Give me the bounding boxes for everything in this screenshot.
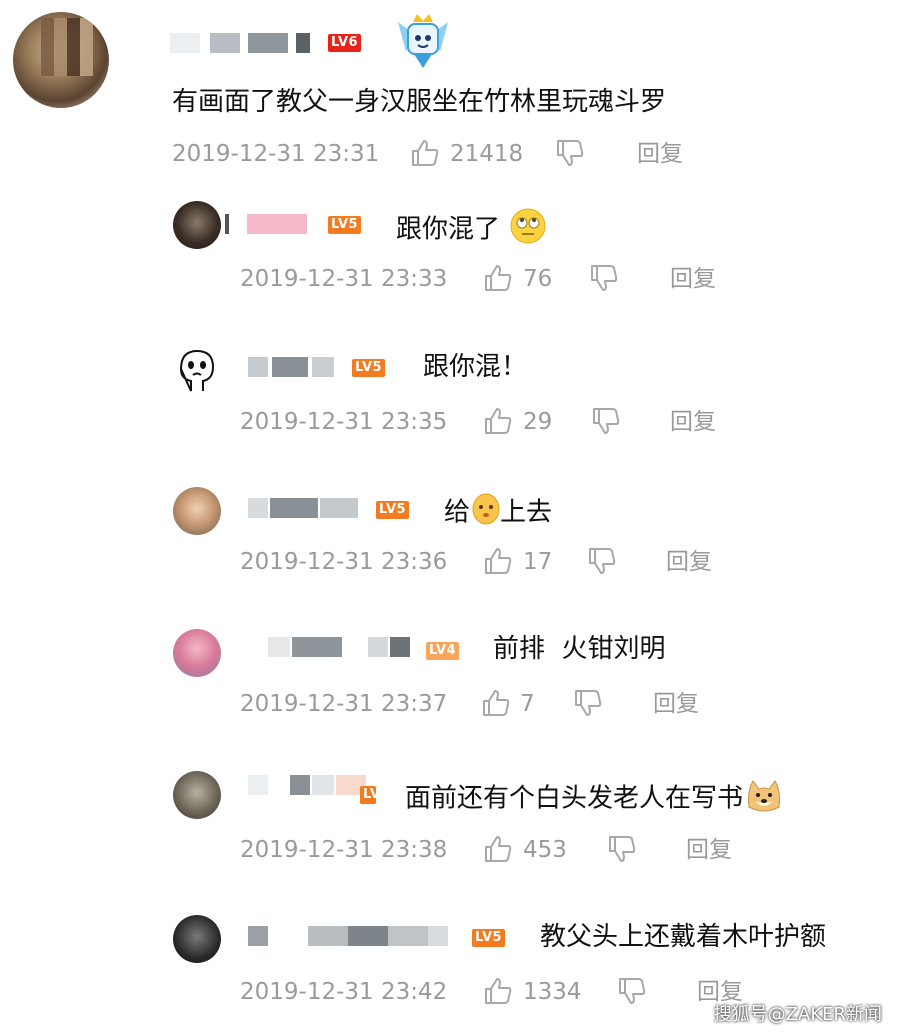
rolling-eyes-emoji-icon	[510, 208, 546, 252]
thumbs-down-icon[interactable]	[587, 546, 617, 576]
like-count: 29	[523, 409, 553, 435]
reply-text: 教父头上还戴着木叶护额	[540, 922, 827, 952]
reply-button[interactable]: 回复	[637, 139, 683, 169]
shy-face-emoji-icon	[472, 493, 500, 533]
level-badge: LV4	[426, 642, 460, 660]
reply-time: 2019-12-31 23:37	[240, 691, 448, 717]
username-blurred[interactable]	[268, 637, 413, 657]
level-badge: LV5	[472, 929, 506, 947]
like-count: 21418	[450, 141, 524, 167]
thumbs-up-icon[interactable]	[483, 834, 513, 864]
like-count: 76	[523, 266, 553, 292]
like-count: 7	[520, 691, 535, 717]
thumbs-down-icon[interactable]	[591, 406, 621, 436]
reply-avatar[interactable]	[173, 345, 221, 393]
reply-avatar[interactable]	[173, 771, 221, 819]
reply-avatar[interactable]	[173, 629, 221, 677]
thumbs-up-icon[interactable]	[483, 546, 513, 576]
level-badge: LV5	[360, 786, 376, 804]
like-count: 1334	[523, 979, 582, 1005]
reply-time: 2019-12-31 23:33	[240, 266, 448, 292]
reply-button[interactable]: 回复	[686, 835, 732, 865]
thumbs-down-icon[interactable]	[555, 138, 585, 168]
level-badge: LV5	[328, 216, 362, 234]
thumbs-up-icon[interactable]	[483, 976, 513, 1006]
comment-time: 2019-12-31 23:31	[172, 141, 380, 167]
reply-avatar[interactable]	[173, 201, 221, 249]
thumbs-down-icon[interactable]	[589, 263, 619, 293]
reply-time: 2019-12-31 23:35	[240, 409, 448, 435]
reply-time: 2019-12-31 23:36	[240, 549, 448, 575]
level-badge: LV5	[352, 359, 386, 377]
reply-text: 面前还有个白头发老人在写书	[405, 777, 783, 821]
like-count: 453	[523, 837, 567, 863]
thumbs-down-icon[interactable]	[607, 834, 637, 864]
username-blurred[interactable]	[225, 214, 315, 234]
reply-button[interactable]: 回复	[670, 264, 716, 294]
reply-avatar[interactable]	[173, 915, 221, 963]
doge-emoji-icon	[745, 777, 783, 821]
username-blurred[interactable]	[248, 775, 374, 795]
thumbs-up-icon[interactable]	[410, 138, 440, 168]
reply-text: 给上去	[444, 493, 552, 533]
commenter-avatar[interactable]	[13, 12, 109, 108]
thumbs-up-icon[interactable]	[481, 688, 511, 718]
vip-crown-icon	[392, 12, 454, 70]
reply-time: 2019-12-31 23:42	[240, 979, 448, 1005]
level-badge: LV6	[328, 34, 362, 52]
reply-text: 跟你混！	[423, 352, 528, 382]
reply-time: 2019-12-31 23:38	[240, 837, 448, 863]
thumbs-up-icon[interactable]	[483, 406, 513, 436]
reply-text: 跟你混了	[396, 208, 546, 252]
reply-button[interactable]: 回复	[670, 407, 716, 437]
username-blurred[interactable]	[248, 926, 458, 946]
username-blurred[interactable]	[170, 33, 310, 53]
reply-button[interactable]: 回复	[666, 547, 712, 577]
level-badge: LV5	[376, 501, 410, 519]
username-blurred[interactable]	[248, 498, 360, 518]
thumbs-up-icon[interactable]	[483, 263, 513, 293]
watermark: 搜狐号@ZAKER新闻	[713, 1004, 882, 1025]
thumbs-down-icon[interactable]	[617, 976, 647, 1006]
thumbs-down-icon[interactable]	[573, 688, 603, 718]
reply-text: 前排 火钳刘明	[493, 634, 666, 664]
reply-avatar[interactable]	[173, 487, 221, 535]
comment-text: 有画面了教父一身汉服坐在竹林里玩魂斗罗	[172, 87, 667, 117]
like-count: 17	[523, 549, 553, 575]
username-blurred[interactable]	[248, 357, 348, 377]
reply-button[interactable]: 回复	[653, 689, 699, 719]
